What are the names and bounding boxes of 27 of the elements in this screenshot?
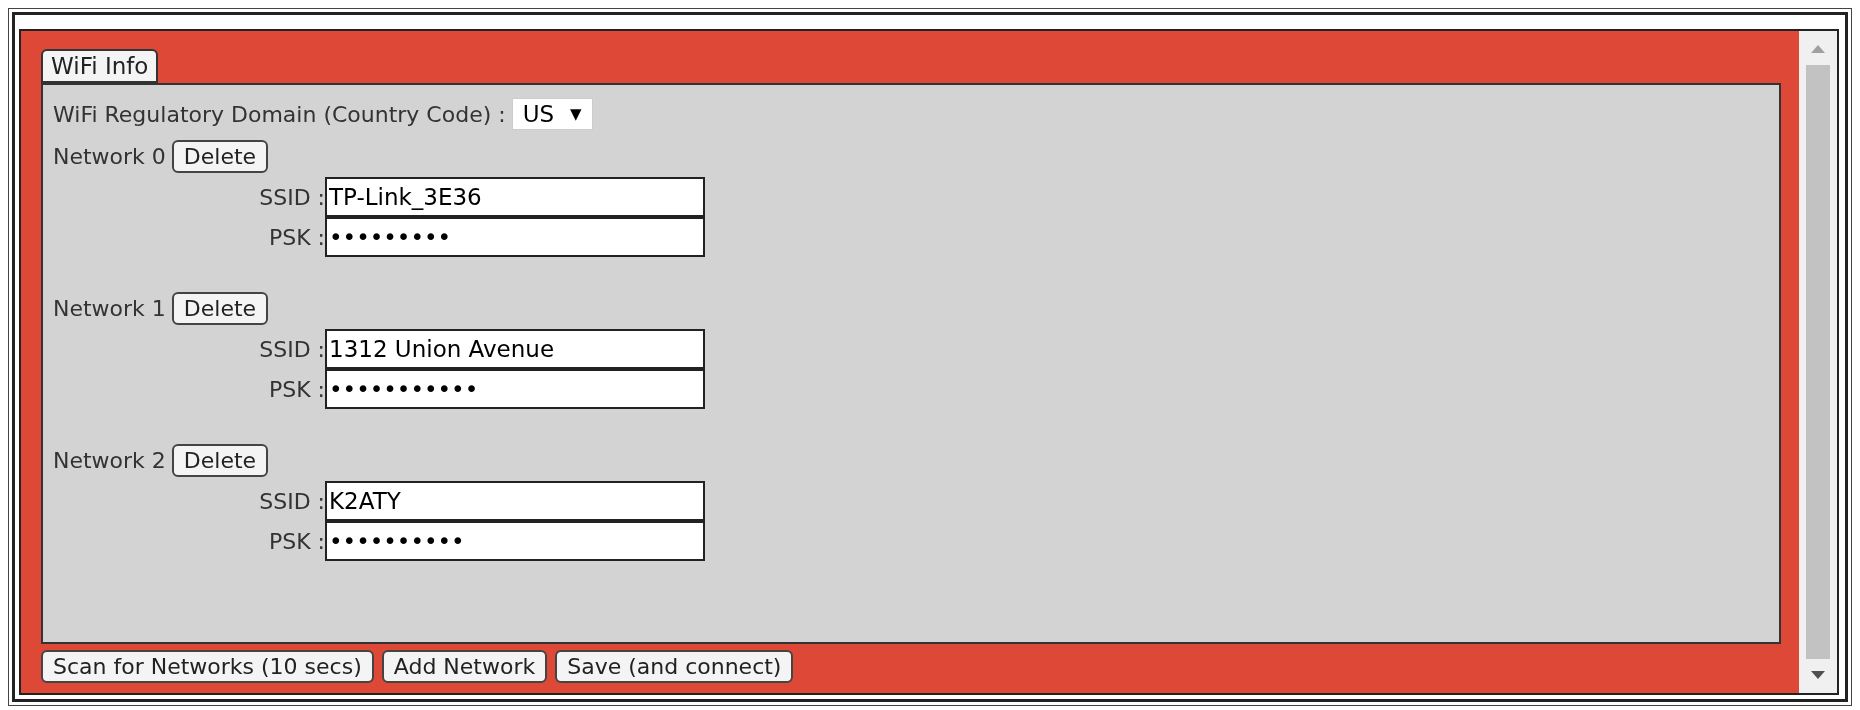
- field-label: PSK :: [267, 224, 325, 250]
- input-field[interactable]: K2ATY: [325, 481, 705, 521]
- network-label: Network 2: [53, 447, 166, 473]
- network-label: Network 1: [53, 295, 166, 321]
- field-label: PSK :: [267, 376, 325, 402]
- network-label: Network 0: [53, 143, 166, 169]
- input-field[interactable]: TP-Link_3E36: [325, 177, 705, 217]
- field-label: SSID :: [258, 488, 325, 514]
- input-field[interactable]: 1312 Union Avenue: [325, 329, 705, 369]
- action-button[interactable]: Add Network: [381, 650, 548, 683]
- scrollbar[interactable]: [1799, 29, 1839, 695]
- input-field[interactable]: •••••••••••: [325, 369, 705, 409]
- field-label: SSID :: [258, 184, 325, 210]
- delete-button[interactable]: Delete: [171, 291, 269, 325]
- action-button[interactable]: Save (and connect): [555, 650, 794, 683]
- delete-button[interactable]: Delete: [171, 443, 269, 477]
- input-field[interactable]: ••••••••••: [325, 521, 705, 561]
- tab[interactable]: WiFi Info: [41, 49, 159, 83]
- delete-button[interactable]: Delete: [171, 139, 269, 173]
- action-button[interactable]: Scan for Networks (10 secs): [41, 650, 374, 683]
- scrollbar-thumb[interactable]: [1806, 65, 1830, 659]
- country-select[interactable]: US ▼: [511, 98, 593, 130]
- input-field[interactable]: •••••••••: [325, 217, 705, 257]
- field-label: SSID :: [258, 336, 325, 362]
- scroll-down-icon[interactable]: [1811, 671, 1825, 679]
- field-label: PSK :: [267, 528, 325, 554]
- domain-label: WiFi Regulatory Domain (Country Code) :: [53, 101, 506, 127]
